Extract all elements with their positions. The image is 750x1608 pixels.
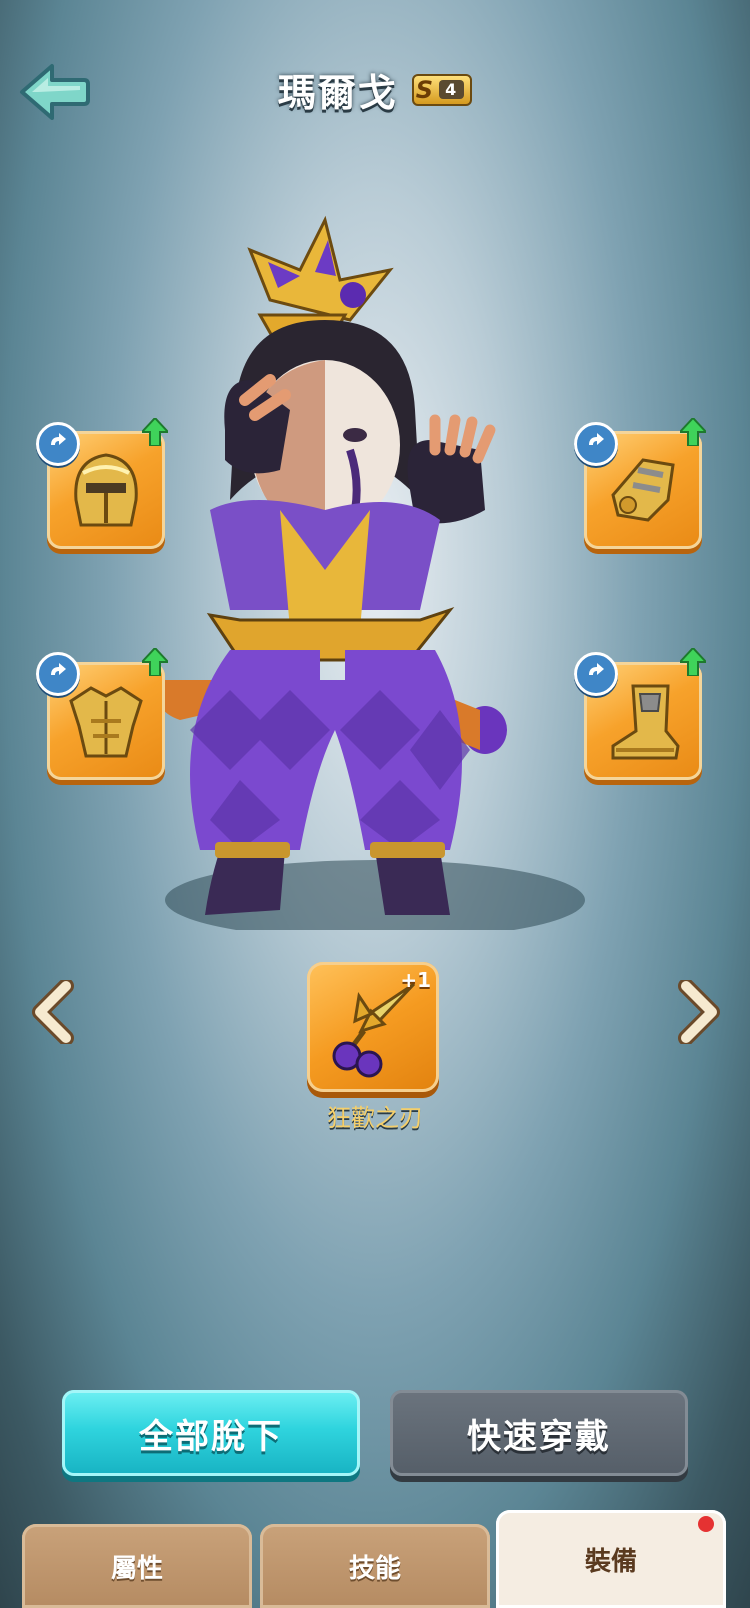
tab-attributes[interactable]: 屬性 — [22, 1524, 252, 1608]
swap-icon[interactable] — [574, 652, 618, 696]
upgrade-arrow-icon — [142, 418, 168, 446]
enhance-level: +1 — [400, 968, 431, 992]
tab-skills[interactable]: 技能 — [260, 1524, 490, 1608]
prev-arrow-icon[interactable] — [30, 980, 80, 1044]
weapon-slot[interactable]: +1 — [307, 962, 439, 1092]
hero-name: 瑪爾戈 — [277, 71, 398, 115]
quick-equip-button[interactable]: 快速穿戴 — [390, 1390, 688, 1476]
hero-character — [157, 215, 585, 930]
swap-icon[interactable] — [36, 422, 80, 466]
tab-label: 裝備 — [584, 1546, 637, 1577]
swap-icon[interactable] — [36, 652, 80, 696]
rank-number: 4 — [439, 80, 465, 99]
rank-badge: S 4 — [411, 73, 473, 106]
tab-label: 技能 — [348, 1553, 401, 1584]
chest-armor-icon — [69, 686, 143, 758]
weapon-name: 狂歡之刃 — [327, 1104, 423, 1132]
tab-label: 屬性 — [110, 1553, 163, 1584]
swap-icon[interactable] — [574, 422, 618, 466]
rank-letter: S — [415, 75, 436, 104]
upgrade-arrow-icon — [142, 648, 168, 676]
tab-equipment[interactable]: 裝備 — [496, 1510, 726, 1608]
next-arrow-icon[interactable] — [672, 980, 722, 1044]
upgrade-arrow-icon — [680, 418, 706, 446]
upgrade-arrow-icon — [680, 648, 706, 676]
notification-dot — [698, 1516, 714, 1532]
page-title: 瑪爾戈 S 4 — [0, 62, 750, 117]
unequip-all-button[interactable]: 全部脫下 — [62, 1390, 360, 1476]
